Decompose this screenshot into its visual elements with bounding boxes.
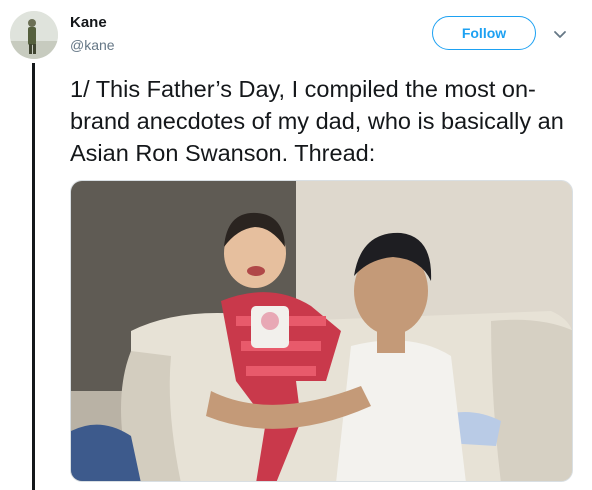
follow-button[interactable]: Follow [432, 16, 536, 50]
photo-image [71, 181, 572, 481]
thread-line [32, 63, 35, 490]
avatar[interactable] [10, 11, 58, 59]
chevron-down-icon[interactable] [552, 26, 568, 42]
author-name[interactable]: Kane [70, 14, 107, 31]
tweet-photo[interactable] [70, 180, 573, 482]
author-handle[interactable]: @kane [70, 37, 115, 53]
avatar-image [10, 11, 58, 59]
tweet-text: 1/ This Father’s Day, I compiled the mos… [70, 76, 570, 166]
